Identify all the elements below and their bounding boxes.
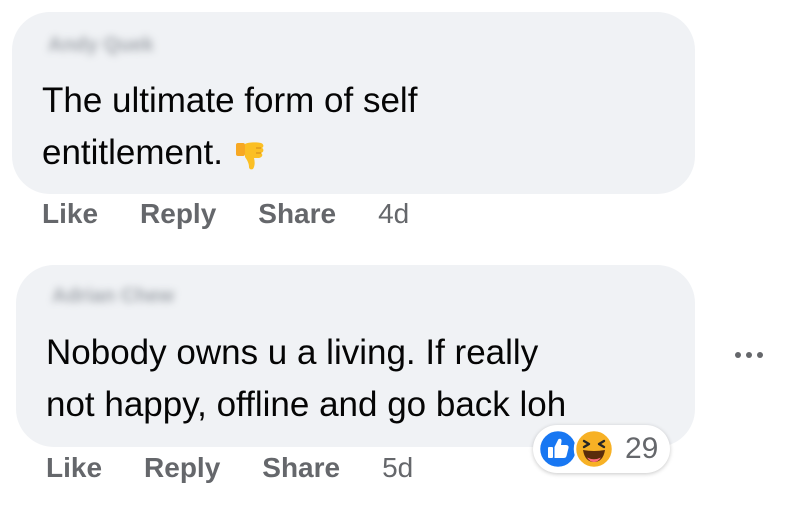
more-options-dot [757, 352, 763, 358]
haha-reaction-icon [573, 428, 615, 470]
share-button[interactable]: Share [262, 452, 340, 484]
more-options-icon[interactable] [727, 340, 771, 370]
like-button[interactable]: Like [46, 452, 102, 484]
comment-bubble: Andy Quek The ultimate form of self enti… [12, 12, 695, 194]
comment-bubble: Adrian Chew Nobody owns u a living. If r… [16, 265, 695, 447]
more-options-dot [735, 352, 741, 358]
comments-section: Andy Quek The ultimate form of self enti… [0, 0, 800, 507]
reply-button[interactable]: Reply [140, 198, 216, 230]
comment-text-line: entitlement. [42, 133, 223, 172]
comment-text-line: not happy, offline and go back loh [46, 385, 567, 424]
reply-button[interactable]: Reply [144, 452, 220, 484]
comment-text-line-with-emoji: entitlement. [42, 127, 562, 179]
reaction-count: 29 [625, 432, 659, 465]
thumbs-down-icon [235, 142, 264, 170]
comment-text-line: Nobody owns u a living. If really [46, 333, 539, 372]
comment-timestamp[interactable]: 4d [378, 198, 409, 230]
share-button[interactable]: Share [258, 198, 336, 230]
reactions-summary[interactable]: 29 [533, 425, 671, 473]
more-options-dot [746, 352, 752, 358]
comment-text: Nobody owns u a living. If really not ha… [46, 327, 646, 431]
comment-text-line: The ultimate form of self [42, 81, 418, 120]
comment-author-name[interactable]: Adrian Chew [52, 285, 174, 308]
comment-actions: Like Reply Share 5d [46, 452, 413, 484]
comment-author-name[interactable]: Andy Quek [48, 34, 154, 57]
comment-actions: Like Reply Share 4d [42, 198, 409, 230]
comment-timestamp[interactable]: 5d [382, 452, 413, 484]
like-button[interactable]: Like [42, 198, 98, 230]
comment-text: The ultimate form of self entitlement. [42, 75, 562, 179]
